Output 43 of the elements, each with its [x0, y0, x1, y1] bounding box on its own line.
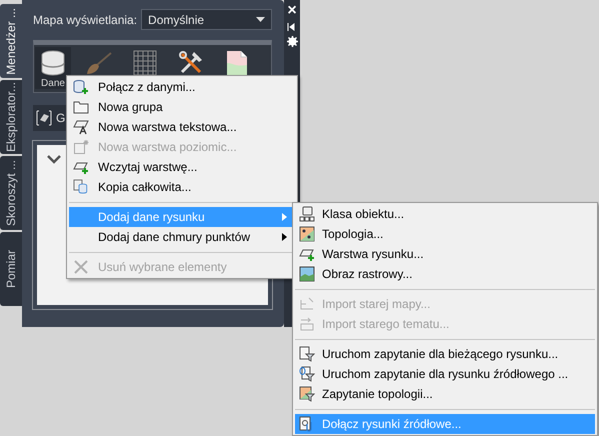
text-layer-icon: [73, 119, 89, 135]
folder-icon: [73, 99, 89, 115]
menu-item[interactable]: Zapytanie topologii...: [295, 384, 595, 404]
menu-item[interactable]: Połącz z danymi...: [69, 77, 295, 97]
menu-item[interactable]: Nowa grupa: [69, 97, 295, 117]
menu-item[interactable]: Obraz rastrowy...: [295, 264, 595, 284]
toolbar-button[interactable]: Dane: [35, 47, 71, 89]
settings-icon[interactable]: [286, 36, 298, 47]
object-class-icon: [299, 206, 315, 222]
import-map-icon: [299, 296, 315, 312]
close-button[interactable]: ×: [285, 4, 299, 18]
query-source-icon: [299, 366, 315, 382]
grid-icon: [131, 49, 159, 77]
dropdown-arrow-icon: [256, 17, 265, 22]
delete-x-icon: [73, 259, 89, 275]
menu-item[interactable]: Uruchom zapytanie dla bieżącego rysunku...: [295, 344, 595, 364]
layers-icon: [35, 109, 53, 127]
menu-item[interactable]: Wczytaj warstwę...: [69, 157, 295, 177]
menu-item[interactable]: Uruchom zapytanie dla rysunku źródłowego ...: [295, 364, 595, 384]
collapse-icon[interactable]: [287, 22, 297, 32]
menu-item[interactable]: Klasa obiektu...: [295, 204, 595, 224]
chevron-down-icon[interactable]: [47, 155, 61, 164]
menu-item[interactable]: Kopia całkowita...: [69, 177, 295, 197]
side-tab[interactable]: Pomiar: [0, 232, 22, 306]
query-topology-icon: [299, 386, 315, 402]
topology-icon: [299, 226, 315, 242]
database-icon: [39, 49, 67, 77]
query-drawing-icon: [299, 346, 315, 362]
view-title: G: [56, 111, 66, 125]
display-map-dropdown[interactable]: Domyślnie: [141, 9, 272, 30]
menu-item[interactable]: Topologia...: [295, 224, 595, 244]
menu-item[interactable]: Warstwa rysunku...: [295, 244, 595, 264]
display-map-label: Mapa wyświetlania:: [33, 12, 138, 26]
contour-layer-icon: [73, 139, 89, 155]
database-copy-icon: [73, 179, 89, 195]
menu-item[interactable]: Nowa warstwa tekstowa...: [69, 117, 295, 137]
database-plus-icon: [73, 79, 89, 95]
import-theme-icon: [299, 316, 315, 332]
menu-item[interactable]: Dodaj dane chmury punktów: [69, 227, 295, 247]
side-tab[interactable]: Eksplorator...: [0, 80, 22, 154]
raster-image-icon: [299, 266, 315, 282]
side-tab[interactable]: Menedżer ...: [0, 4, 22, 78]
side-tab[interactable]: Skoroszyt ...: [0, 156, 22, 230]
